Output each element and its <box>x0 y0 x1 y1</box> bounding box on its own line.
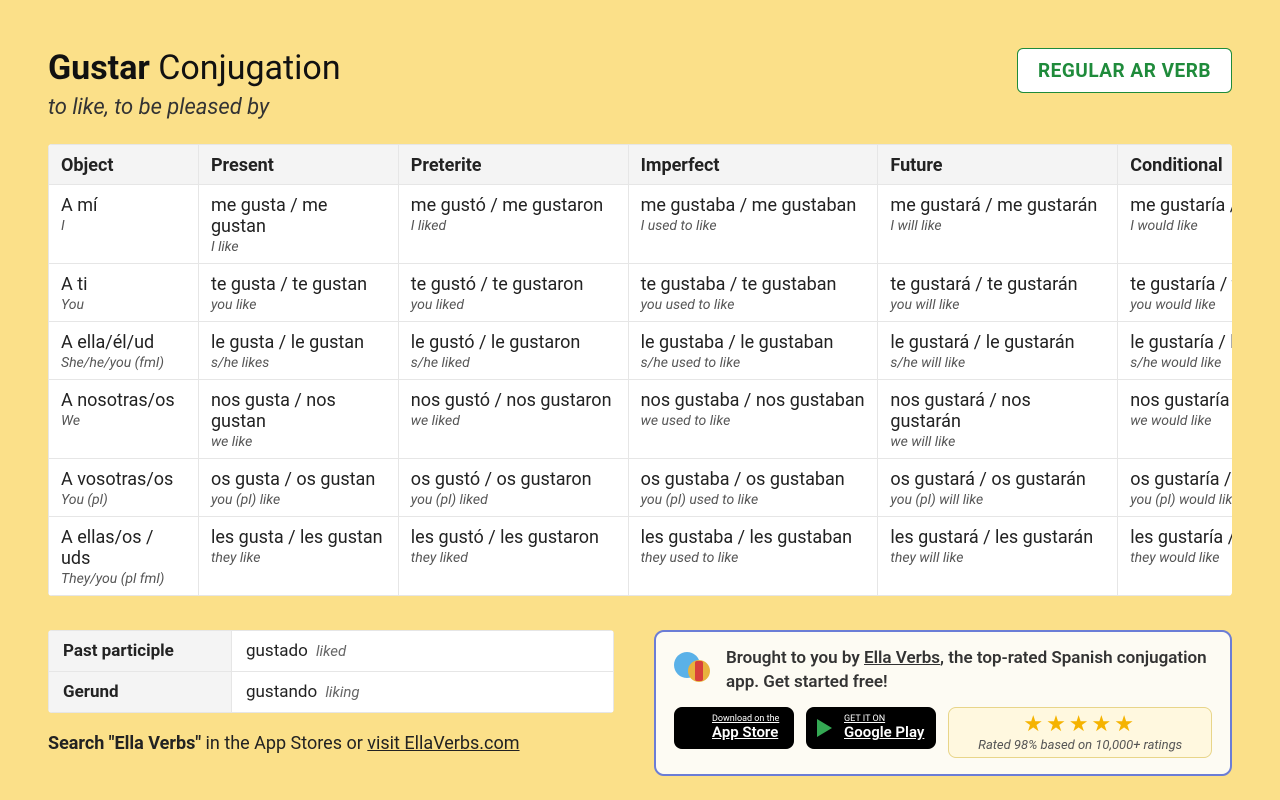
promo-bottom: Download on the App Store GET IT ON Goog… <box>674 707 1212 758</box>
conj-cell: me gustaría / me gustaríanI would like <box>1118 184 1232 263</box>
conj-cell: le gusta / le gustans/he likes <box>198 321 398 379</box>
conj-cell: os gustó / os gustaronyou (pl) liked <box>398 458 628 516</box>
conj-cell: me gustará / me gustaránI will like <box>878 184 1118 263</box>
conj-cell: nos gustaba / nos gustabanwe used to lik… <box>628 379 878 458</box>
col-header: Conditional <box>1118 144 1232 184</box>
conj-cell: les gustará / les gustaránthey will like <box>878 516 1118 595</box>
app-store-button[interactable]: Download on the App Store <box>674 707 794 749</box>
conjugation-table-wrap: ObjectPresentPreteriteImperfectFutureCon… <box>48 144 1232 596</box>
conj-cell: te gustará / te gustarányou will like <box>878 263 1118 321</box>
table-row: A ella/él/udShe/he/you (fml)le gusta / l… <box>49 321 1233 379</box>
conj-cell: te gustaría / te gustaríanyou would like <box>1118 263 1232 321</box>
conj-cell: me gusta / me gustanI like <box>198 184 398 263</box>
object-cell: A nosotras/osWe <box>49 379 199 458</box>
conj-cell: te gustaba / te gustabanyou used to like <box>628 263 878 321</box>
object-cell: A tiYou <box>49 263 199 321</box>
conj-cell: os gusta / os gustanyou (pl) like <box>198 458 398 516</box>
rating-text: Rated 98% based on 10,000+ ratings <box>957 738 1203 753</box>
conj-cell: te gustó / te gustaronyou liked <box>398 263 628 321</box>
conj-cell: nos gustará / nos gustaránwe will like <box>878 379 1118 458</box>
col-header: Object <box>49 144 199 184</box>
star-icons: ★★★★★ <box>957 714 1203 736</box>
col-header: Imperfect <box>628 144 878 184</box>
conj-cell: me gustó / me gustaronI liked <box>398 184 628 263</box>
promo-top: Brought to you by Ella Verbs, the top-ra… <box>674 646 1212 695</box>
conj-cell: me gustaba / me gustabanI used to like <box>628 184 878 263</box>
conj-cell: le gustaba / le gustabans/he used to lik… <box>628 321 878 379</box>
conjugation-table: ObjectPresentPreteriteImperfectFutureCon… <box>48 144 1232 596</box>
table-row: A ellas/os / udsThey/you (pl fml)les gus… <box>49 516 1233 595</box>
participle-value: gustando liking <box>232 671 614 712</box>
col-header: Preterite <box>398 144 628 184</box>
table-row: A míIme gusta / me gustanI likeme gustó … <box>49 184 1233 263</box>
conj-cell: os gustaría / os gustaríanyou (pl) would… <box>1118 458 1232 516</box>
conj-cell: os gustaba / os gustabanyou (pl) used to… <box>628 458 878 516</box>
conj-cell: les gustó / les gustaronthey liked <box>398 516 628 595</box>
object-cell: A vosotras/osYou (pl) <box>49 458 199 516</box>
conj-cell: le gustaría / le gustaríans/he would lik… <box>1118 321 1232 379</box>
conj-cell: nos gustaría / nos gustaríanwe would lik… <box>1118 379 1232 458</box>
title-block: Gustar Conjugation to like, to be please… <box>48 48 341 120</box>
play-icon <box>817 719 832 737</box>
verb-type-badge: REGULAR AR VERB <box>1017 48 1232 93</box>
conj-cell: nos gusta / nos gustanwe like <box>198 379 398 458</box>
search-text: Search "Ella Verbs" in the App Stores or… <box>48 733 614 754</box>
left-bottom: Past participlegustado likedGerundgustan… <box>48 630 614 754</box>
google-play-button[interactable]: GET IT ON Google Play <box>806 707 936 749</box>
bottom-row: Past participlegustado likedGerundgustan… <box>48 630 1232 776</box>
promo-text: Brought to you by Ella Verbs, the top-ra… <box>726 646 1212 695</box>
subtitle: to like, to be pleased by <box>48 95 341 120</box>
col-header: Present <box>198 144 398 184</box>
object-cell: A ella/él/udShe/he/you (fml) <box>49 321 199 379</box>
conj-cell: te gusta / te gustanyou like <box>198 263 398 321</box>
conj-cell: le gustará / le gustaráns/he will like <box>878 321 1118 379</box>
promo-box: Brought to you by Ella Verbs, the top-ra… <box>654 630 1232 776</box>
ellaverbs-promo-link[interactable]: Ella Verbs <box>864 648 940 668</box>
ellaverbs-logo-icon <box>674 646 714 686</box>
table-row: A tiYoute gusta / te gustanyou likete gu… <box>49 263 1233 321</box>
page-title: Gustar Conjugation <box>48 48 341 89</box>
participle-label: Gerund <box>49 671 232 712</box>
object-cell: A míI <box>49 184 199 263</box>
col-header: Future <box>878 144 1118 184</box>
rating-box: ★★★★★ Rated 98% based on 10,000+ ratings <box>948 707 1212 758</box>
object-cell: A ellas/os / udsThey/you (pl fml) <box>49 516 199 595</box>
conj-cell: les gustaría / les gustaríanthey would l… <box>1118 516 1232 595</box>
table-row: A vosotras/osYou (pl)os gusta / os gusta… <box>49 458 1233 516</box>
ellaverbs-link[interactable]: visit EllaVerbs.com <box>367 733 519 754</box>
header: Gustar Conjugation to like, to be please… <box>48 48 1232 120</box>
participle-label: Past participle <box>49 630 232 671</box>
conj-cell: le gustó / le gustarons/he liked <box>398 321 628 379</box>
conj-cell: os gustará / os gustarányou (pl) will li… <box>878 458 1118 516</box>
participle-row: Past participlegustado liked <box>49 630 614 671</box>
conj-cell: nos gustó / nos gustaronwe liked <box>398 379 628 458</box>
participle-row: Gerundgustando liking <box>49 671 614 712</box>
participle-table: Past participlegustado likedGerundgustan… <box>48 630 614 713</box>
conj-cell: les gusta / les gustanthey like <box>198 516 398 595</box>
participle-value: gustado liked <box>232 630 614 671</box>
table-row: A nosotras/osWenos gusta / nos gustanwe … <box>49 379 1233 458</box>
conj-cell: les gustaba / les gustabanthey used to l… <box>628 516 878 595</box>
